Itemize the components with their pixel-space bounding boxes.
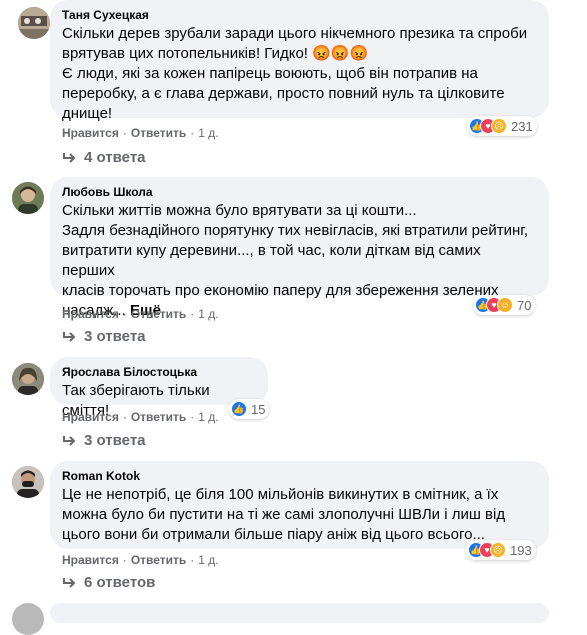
comment-actions: Нравится · Ответить · 1 д. <box>62 553 219 567</box>
comment-actions: Нравится · Ответить · 1 д. <box>62 126 219 140</box>
reactions-summary[interactable]: 👍 15 <box>229 399 270 419</box>
comment-time[interactable]: 1 д. <box>198 410 218 424</box>
comment-text: Скільки життів можна було врятувати за ц… <box>62 202 529 319</box>
reaction-count: 70 <box>517 297 532 313</box>
reply-button[interactable]: Ответить <box>131 126 186 140</box>
comment-bubble: Таня Сухецкая Скільки дерев зрубали зара… <box>50 0 549 122</box>
comment-actions: Нравится · Ответить · 1 д. <box>62 410 219 424</box>
comment-author[interactable]: Roman Kotok <box>62 468 537 484</box>
reply-button[interactable]: Ответить <box>131 553 186 567</box>
comment-author[interactable]: Таня Сухецкая <box>62 7 537 23</box>
reply-arrow-icon <box>63 153 76 163</box>
comment-bubble: Roman Kotok Це не непотріб, це біля 100 … <box>50 461 549 549</box>
like-button[interactable]: Нравится <box>62 126 119 140</box>
next-comment-bubble <box>50 603 549 623</box>
comment-text: Скільки дерев зрубали заради цього нікче… <box>62 25 528 122</box>
reply-arrow-icon <box>63 436 76 446</box>
comment-author[interactable]: Ярослава Білостоцька <box>62 364 256 380</box>
view-replies-button[interactable]: 6 ответов <box>62 573 155 593</box>
like-button[interactable]: Нравится <box>62 307 119 321</box>
like-button[interactable]: Нравится <box>62 553 119 567</box>
view-replies-button[interactable]: 3 ответа <box>62 327 146 347</box>
comment-time[interactable]: 1 д. <box>198 126 218 140</box>
view-replies-button[interactable]: 4 ответа <box>62 148 146 168</box>
reply-arrow-icon <box>63 332 76 342</box>
comment-actions: Нравится · Ответить · 1 д. <box>62 307 219 321</box>
like-button[interactable]: Нравится <box>62 410 119 424</box>
avatar[interactable] <box>12 182 44 214</box>
comment-bubble: Любовь Школа Скільки життів можна було в… <box>50 177 549 319</box>
avatar[interactable] <box>18 7 50 39</box>
like-icon: 👍 <box>231 401 247 417</box>
reaction-count: 193 <box>510 542 532 558</box>
comment-author[interactable]: Любовь Школа <box>62 184 537 200</box>
reply-button[interactable]: Ответить <box>131 410 186 424</box>
avatar[interactable] <box>12 466 44 498</box>
sad-icon: ☹ <box>490 542 506 558</box>
sad-icon: ☹ <box>491 118 507 134</box>
comment-bubble: Ярослава Білостоцька Так зберігають тіль… <box>50 357 268 419</box>
reaction-count: 15 <box>251 401 266 417</box>
reactions-summary[interactable]: 👍 ♥ ☹ 231 <box>467 116 537 136</box>
reply-button[interactable]: Ответить <box>131 307 186 321</box>
next-comment-avatar[interactable] <box>12 603 44 635</box>
comment-time[interactable]: 1 д. <box>198 307 218 321</box>
reply-arrow-icon <box>63 578 76 588</box>
reaction-count: 231 <box>511 118 533 134</box>
comment-text: Це не непотріб, це біля 100 мільйонів ви… <box>62 486 506 543</box>
care-icon: ☺ <box>497 297 513 313</box>
comment-time[interactable]: 1 д. <box>198 553 218 567</box>
reactions-summary[interactable]: 👍 ♥ ☺ 70 <box>473 295 536 315</box>
avatar[interactable] <box>12 363 44 395</box>
view-replies-button[interactable]: 3 ответа <box>62 431 146 451</box>
reactions-summary[interactable]: 👍 ♥ ☹ 193 <box>466 540 536 560</box>
